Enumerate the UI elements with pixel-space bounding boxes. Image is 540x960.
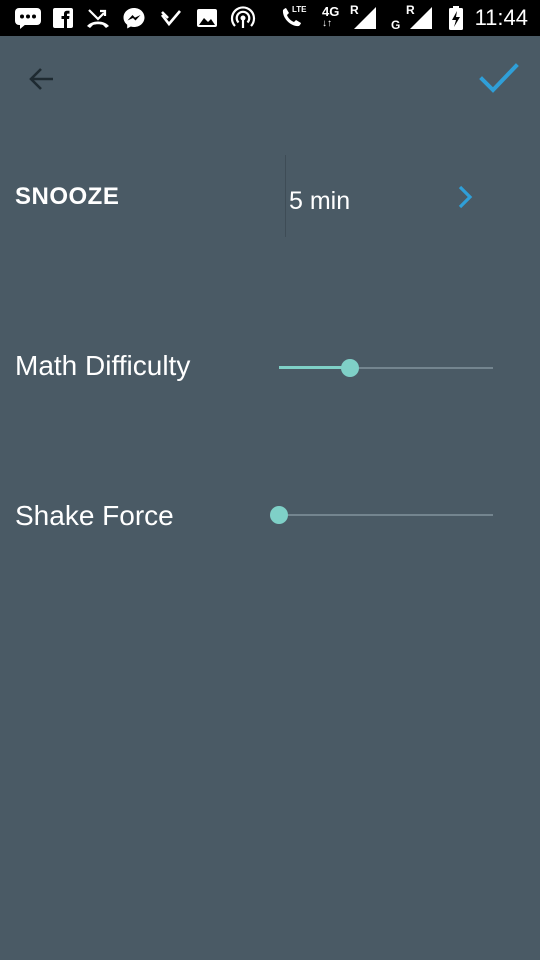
shake-force-label: Shake Force (15, 500, 174, 531)
missed-call-icon (87, 9, 109, 28)
arrow-back-icon (29, 68, 53, 90)
shake-force-slider[interactable] (270, 500, 493, 530)
slider-fill (279, 366, 350, 369)
chevron-right-icon[interactable] (456, 184, 474, 210)
hotspot-icon (230, 6, 256, 28)
math-difficulty-slider[interactable] (279, 353, 493, 383)
check-icon (479, 63, 519, 93)
math-difficulty-label: Math Difficulty (15, 350, 191, 381)
lte-label: LTE (292, 5, 307, 14)
signal-icon (410, 7, 432, 29)
snooze-value[interactable]: 5 min (289, 187, 350, 216)
slider-track (279, 514, 493, 516)
chat-icon (15, 8, 41, 29)
confirm-button[interactable] (478, 60, 520, 96)
check-icon (160, 10, 181, 27)
back-button[interactable] (26, 63, 58, 95)
snooze-divider (285, 155, 286, 237)
status-bar: LTE 4G ↓↑ R R G 11:44 (0, 0, 540, 36)
image-icon (197, 9, 217, 27)
messenger-icon (123, 8, 145, 29)
facebook-icon (53, 8, 73, 29)
signal-icon (354, 7, 376, 29)
snooze-label: SNOOZE (15, 183, 120, 210)
slider-thumb[interactable] (340, 359, 359, 377)
battery-charging-icon (449, 6, 463, 30)
slider-thumb[interactable] (270, 506, 288, 524)
data-arrows-icon: ↓↑ (322, 18, 332, 29)
network-4g-label: 4G (322, 4, 340, 19)
clock-time: 11:44 (474, 5, 528, 30)
network-g-label: G (391, 18, 401, 32)
